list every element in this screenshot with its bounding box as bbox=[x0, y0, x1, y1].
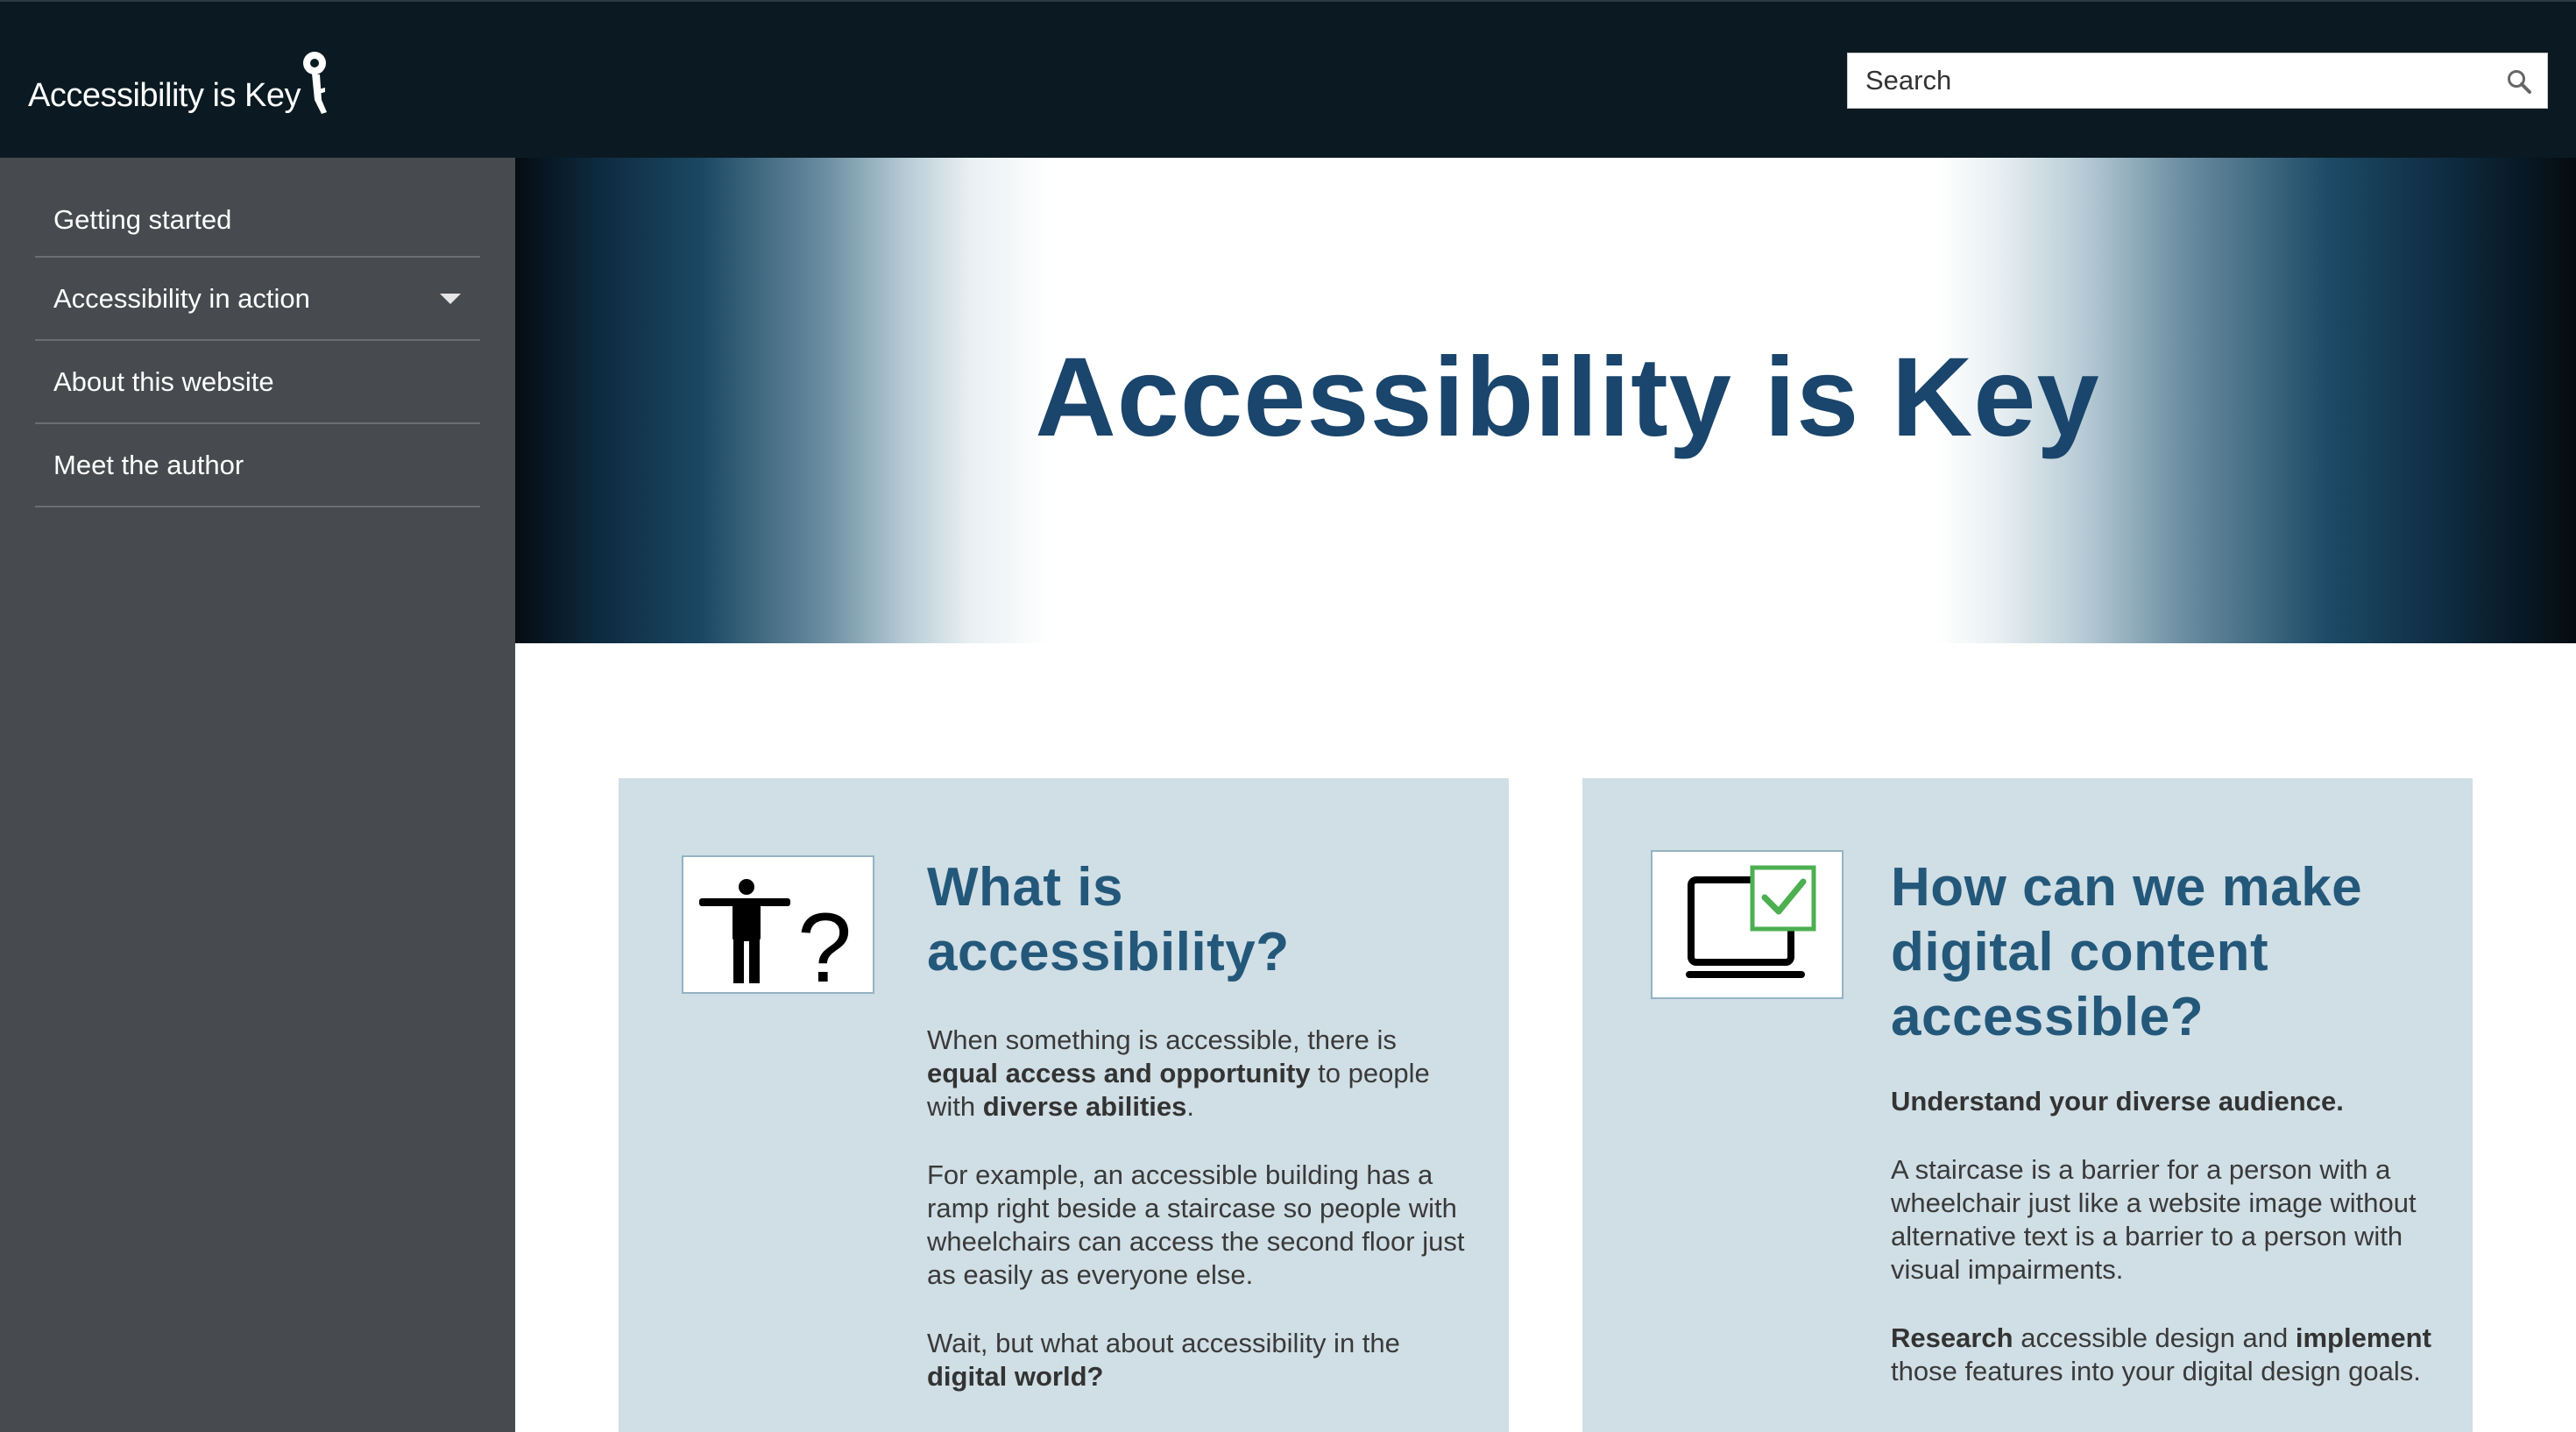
card-icon-frame: ? bbox=[682, 855, 874, 1003]
bold-text: Research bbox=[1891, 1322, 2013, 1353]
hero-title: Accessibility is Key bbox=[1035, 335, 2100, 460]
logo-text: Accessibility is Key bbox=[28, 77, 301, 114]
caret-down-icon[interactable] bbox=[440, 293, 461, 304]
hero-banner: Accessibility is Key bbox=[515, 158, 2576, 643]
sidebar-item-about-this-website[interactable]: About this website bbox=[35, 341, 480, 424]
card-icon-frame bbox=[1651, 850, 1844, 999]
sidebar-item-label: About this website bbox=[53, 365, 274, 397]
card-content: What is accessibility? When something is… bbox=[927, 855, 1470, 1428]
person-question-icon: ? bbox=[699, 879, 852, 1003]
info-card-how-to-make-accessible: How can we make digital content accessib… bbox=[1582, 778, 2473, 1432]
card-title: What is accessibility? bbox=[927, 857, 1290, 982]
search-button[interactable] bbox=[2503, 66, 2535, 97]
bold-text: implement bbox=[2295, 1322, 2431, 1353]
search-box bbox=[1847, 53, 2548, 109]
site-logo[interactable]: Accessibility is Key bbox=[28, 47, 339, 121]
magnifier-icon bbox=[2508, 70, 2531, 94]
card-paragraph: Wait, but what about accessibility in th… bbox=[927, 1327, 1470, 1393]
text-run: . bbox=[1186, 1091, 1194, 1122]
key-icon bbox=[302, 52, 327, 114]
text-run: accessible design and bbox=[2013, 1322, 2296, 1353]
text-run: When something is accessible, there is bbox=[927, 1024, 1397, 1055]
bold-text: equal access and opportunity bbox=[927, 1058, 1311, 1088]
sidebar: Getting started Accessibility in action … bbox=[0, 158, 515, 1432]
bold-text: digital world? bbox=[927, 1361, 1104, 1392]
sidebar-item-label: Accessibility in action bbox=[53, 282, 310, 314]
card-paragraph: A staircase is a barrier for a person wi… bbox=[1891, 1154, 2417, 1285]
sidebar-item-getting-started[interactable]: Getting started bbox=[35, 184, 480, 258]
sidebar-nav: Getting started Accessibility in action … bbox=[35, 184, 480, 507]
card-content: How can we make digital content accessib… bbox=[1891, 855, 2443, 1423]
card-paragraph: When something is accessible, there is e… bbox=[927, 1024, 1470, 1124]
svg-text:?: ? bbox=[797, 893, 852, 996]
card-paragraph: Research accessible design and implement… bbox=[1891, 1322, 2443, 1388]
laptop-check-icon bbox=[1686, 865, 1816, 978]
text-run: those features into your digital design … bbox=[1891, 1356, 2421, 1386]
text-run: Wait, but what about accessibility in th… bbox=[927, 1328, 1400, 1358]
search-input[interactable] bbox=[1848, 53, 2488, 108]
top-header: Accessibility is Key bbox=[0, 0, 2576, 158]
card-title: How can we make digital content accessib… bbox=[1891, 857, 2363, 1047]
card-lead: Understand your diverse audience. bbox=[1891, 1086, 2344, 1117]
sidebar-item-label: Meet the author bbox=[53, 449, 244, 480]
sidebar-item-meet-the-author[interactable]: Meet the author bbox=[35, 424, 480, 507]
card-paragraph: For example, an accessible building has … bbox=[927, 1159, 1465, 1290]
bold-text: diverse abilities bbox=[982, 1091, 1187, 1122]
sidebar-item-label: Getting started bbox=[53, 204, 232, 235]
sidebar-item-accessibility-in-action[interactable]: Accessibility in action bbox=[35, 258, 480, 341]
info-card-what-is-accessibility: ? What is accessibility? When something … bbox=[619, 778, 1509, 1432]
